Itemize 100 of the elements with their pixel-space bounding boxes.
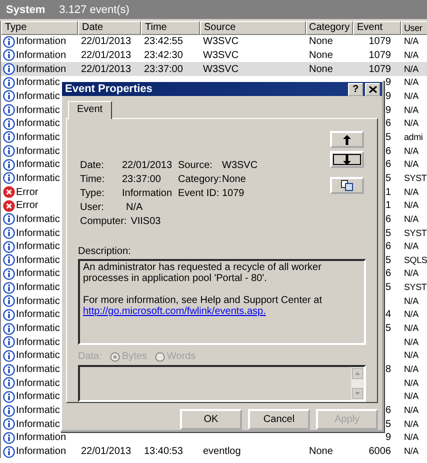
info-icon (3, 254, 15, 266)
table-cell: 6 (385, 405, 391, 416)
table-cell: 23:42:55 (144, 36, 183, 48)
event-type: Informatic (16, 390, 60, 404)
info-icon (3, 240, 15, 253)
event-type: Information (16, 48, 66, 62)
table-cell: N/A (404, 323, 418, 334)
event-type: Informatic (16, 363, 60, 376)
description-label: Description: (78, 246, 132, 257)
description-text: An administrator has requested a recycle of all worker processes in application pool 'Portal - 80'. (83, 262, 322, 284)
table-cell: 9 (385, 77, 391, 88)
field-value: Information (122, 188, 174, 198)
column-header[interactable]: Source (200, 21, 306, 35)
table-row[interactable]: Information 22/01/2013 23:37:00 W3SVC None 1079 N/A (1, 62, 427, 76)
event-type: Information (16, 445, 66, 458)
event-type: Informatic (16, 90, 60, 103)
info-icon (3, 131, 15, 144)
table-cell: None (309, 446, 333, 458)
column-header[interactable]: Category (306, 21, 353, 35)
dialog-button[interactable]: Cancel (248, 409, 310, 430)
column-header[interactable]: Event (353, 21, 401, 35)
table-row[interactable]: Information 22/01/2013 23:42:30 W3SVC None 1079 N/A (1, 48, 427, 62)
table-cell: 23:37:00 (144, 64, 183, 75)
info-icon (3, 268, 15, 280)
event-type: Error (16, 199, 38, 212)
table-row[interactable]: Information 22/01/2013 23:42:55 W3SVC None 1079 N/A (1, 35, 427, 49)
error-icon (3, 200, 15, 212)
table-cell: N/A (404, 391, 418, 402)
table-cell: N/A (404, 159, 418, 170)
previous-button[interactable] (330, 131, 364, 148)
table-cell: SYST (404, 282, 427, 292)
info-icon (3, 446, 15, 458)
info-icon (3, 432, 15, 444)
down-arrow-icon (343, 154, 351, 164)
event-type: Informatic (16, 104, 60, 117)
column-header[interactable]: Time (141, 21, 200, 35)
event-type: Informatic (16, 158, 60, 172)
info-icon (3, 364, 15, 376)
event-count: 3.127 event(s) (59, 4, 130, 16)
info-icon (3, 145, 15, 158)
tab[interactable]: Event (68, 101, 112, 119)
field-value: W3SVC (222, 160, 258, 170)
dialog-button[interactable]: OK (180, 409, 242, 430)
info-icon (3, 36, 15, 48)
table-cell: 5 (385, 228, 391, 239)
table-cell: 22/01/2013 (81, 446, 132, 458)
column-header[interactable]: User (401, 21, 427, 35)
event-type: Informatic (16, 404, 60, 418)
table-cell: N/A (404, 350, 418, 360)
field-value: 22/01/2013 (122, 160, 174, 170)
close-button[interactable] (365, 82, 380, 96)
info-icon (3, 227, 15, 240)
event-type: Informatic (16, 267, 60, 280)
table-cell: admi (404, 132, 423, 142)
table-cell: N/A (404, 64, 418, 74)
column-header[interactable]: Date (78, 21, 141, 35)
table-cell: 9 (385, 90, 391, 102)
field-label: Time: (80, 174, 106, 184)
info-icon (3, 213, 15, 226)
table-cell: N/A (404, 446, 418, 456)
event-type: Informatic (16, 212, 60, 226)
table-cell: 23:42:30 (144, 50, 183, 61)
field-label: Computer: (80, 216, 127, 226)
table-cell: N/A (404, 418, 418, 429)
column-header[interactable]: Type (1, 21, 78, 35)
next-button[interactable] (330, 151, 364, 168)
log-title: System (6, 4, 46, 16)
info-icon (3, 49, 15, 62)
dialog-title: Event Properties (65, 83, 152, 95)
help-button[interactable]: ? (348, 82, 363, 96)
table-cell: eventlog (203, 446, 241, 458)
event-type: Informatic (16, 254, 60, 267)
description-text: For more information, see Help and Support Center at (83, 295, 324, 306)
table-cell: W3SVC (203, 36, 239, 48)
field-label: Category: (178, 174, 222, 184)
copy-button[interactable] (330, 177, 364, 194)
info-icon (3, 104, 15, 116)
table-cell: W3SVC (203, 50, 239, 61)
table-cell: N/A (404, 186, 418, 197)
table-cell: 6 (385, 214, 391, 225)
table-cell: N/A (404, 336, 418, 347)
table-cell: SYST (404, 172, 427, 183)
event-type: Informatic (16, 281, 60, 294)
info-icon (3, 390, 15, 403)
field-label: Type: (80, 188, 106, 198)
table-cell: SYST (404, 228, 427, 238)
help-link[interactable]: http://go.microsoft.com/fwlink/events.asp. (83, 306, 266, 317)
table-cell: 5 (385, 172, 391, 184)
table-cell: 9 (385, 104, 391, 116)
field-value: VIIS03 (130, 216, 161, 226)
up-arrow-icon (343, 134, 351, 144)
event-type: Informatic (16, 130, 60, 144)
table-row[interactable]: Information 22/01/2013 13:40:53 eventlog None 6006 N/A (1, 444, 427, 458)
info-icon (3, 118, 15, 130)
table-cell: N/A (404, 77, 418, 88)
event-type: Error (16, 186, 38, 199)
table-cell: SQLS (404, 254, 427, 265)
table-cell: 6 (385, 159, 391, 170)
table-cell: 4 (385, 309, 391, 320)
close-icon (368, 86, 376, 92)
